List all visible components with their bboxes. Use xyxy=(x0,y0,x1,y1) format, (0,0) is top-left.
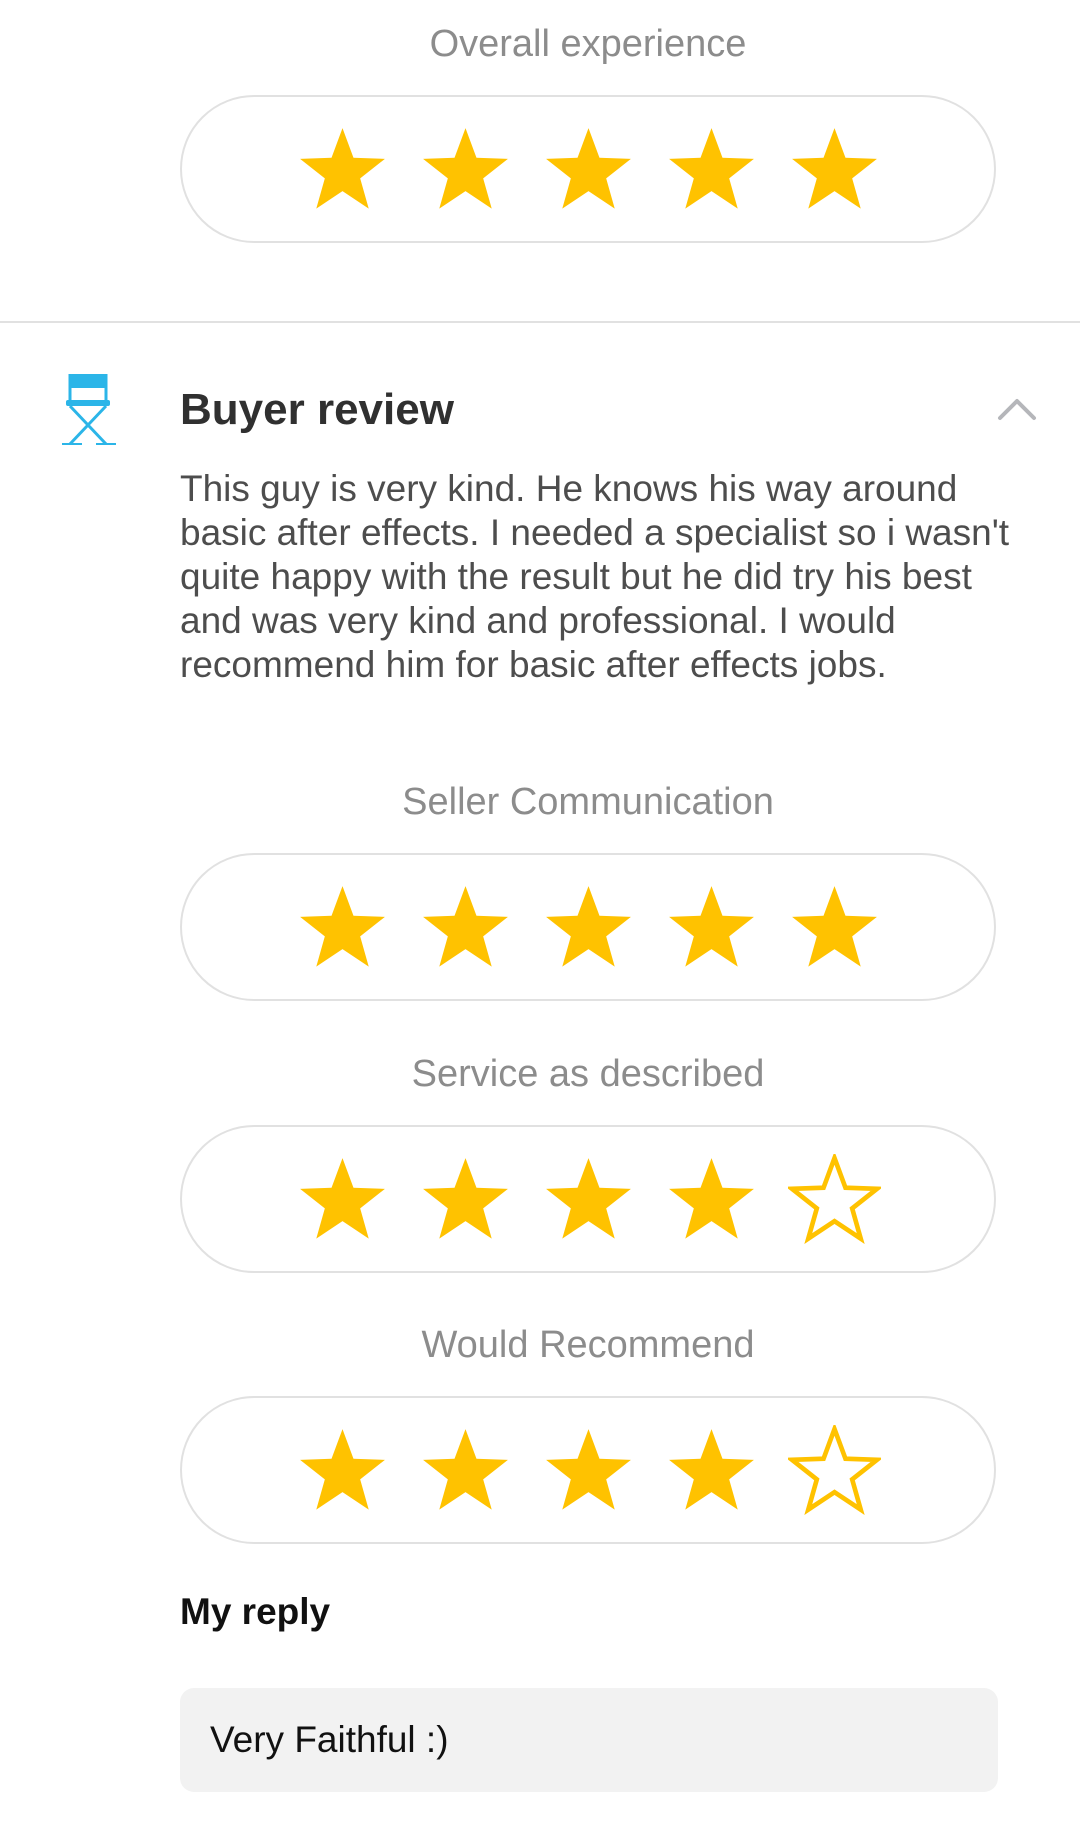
star-filled-icon[interactable] xyxy=(419,1425,512,1515)
star-filled-icon[interactable] xyxy=(665,1425,758,1515)
service-as-described-label: Service as described xyxy=(411,1053,765,1095)
my-reply-text: Very Faithful :) xyxy=(210,1719,449,1760)
star-filled-icon[interactable] xyxy=(665,124,758,214)
my-reply-box: Very Faithful :) xyxy=(180,1688,998,1792)
star-outline-icon[interactable] xyxy=(787,1154,881,1244)
star-filled-icon[interactable] xyxy=(665,1154,758,1244)
seller-communication-label: Seller Communication xyxy=(402,781,774,823)
star-filled-icon[interactable] xyxy=(788,124,881,214)
director-chair-icon xyxy=(62,374,116,446)
buyer-review-title: Buyer review xyxy=(180,385,454,434)
seller-communication-stars[interactable] xyxy=(180,853,996,1001)
section-divider xyxy=(0,321,1080,323)
overall-experience-stars[interactable] xyxy=(180,95,996,243)
star-filled-icon[interactable] xyxy=(542,1154,635,1244)
star-filled-icon[interactable] xyxy=(296,1425,389,1515)
buyer-review-text: This guy is very kind. He knows his way … xyxy=(180,468,1010,685)
star-filled-icon[interactable] xyxy=(542,1425,635,1515)
star-filled-icon[interactable] xyxy=(542,124,635,214)
my-reply-title: My reply xyxy=(180,1591,331,1632)
star-filled-icon[interactable] xyxy=(296,882,389,972)
would-recommend-stars[interactable] xyxy=(180,1396,996,1544)
star-filled-icon[interactable] xyxy=(419,882,512,972)
star-outline-icon[interactable] xyxy=(787,1425,881,1515)
would-recommend-label: Would Recommend xyxy=(421,1324,755,1366)
overall-experience-label: Overall experience xyxy=(429,23,747,65)
star-filled-icon[interactable] xyxy=(296,124,389,214)
service-as-described-stars[interactable] xyxy=(180,1125,996,1273)
star-filled-icon[interactable] xyxy=(296,1154,389,1244)
chevron-up-icon[interactable] xyxy=(996,394,1038,424)
star-filled-icon[interactable] xyxy=(788,882,881,972)
star-filled-icon[interactable] xyxy=(542,882,635,972)
star-filled-icon[interactable] xyxy=(419,124,512,214)
star-filled-icon[interactable] xyxy=(665,882,758,972)
star-filled-icon[interactable] xyxy=(419,1154,512,1244)
